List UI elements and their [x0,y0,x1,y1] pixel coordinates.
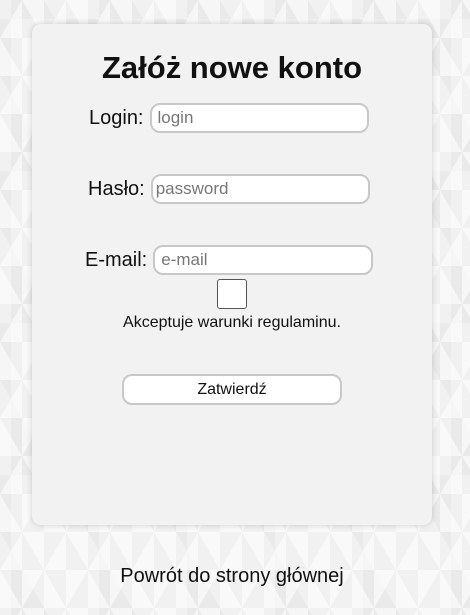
page-title: Załóż nowe konto [101,50,363,85]
terms-label: Akceptuje warunki regulaminu. [123,314,341,331]
email-row: E-mail: [85,245,374,275]
register-form-card: Załóż nowe konto Login: Hasło: E-mail: A… [32,24,432,525]
password-input[interactable] [150,174,370,204]
submit-button[interactable]: Zatwierdź [122,374,342,405]
email-label: E-mail: [85,248,148,271]
password-label: Hasło: [88,177,145,200]
terms-checkbox[interactable] [217,279,247,309]
login-input[interactable] [149,103,369,133]
password-row: Hasło: [88,174,370,204]
login-row: Login: [89,103,369,133]
login-label: Login: [89,106,144,129]
email-input[interactable] [153,245,374,275]
back-to-home-link[interactable]: Powrót do strony głównej [0,565,464,588]
